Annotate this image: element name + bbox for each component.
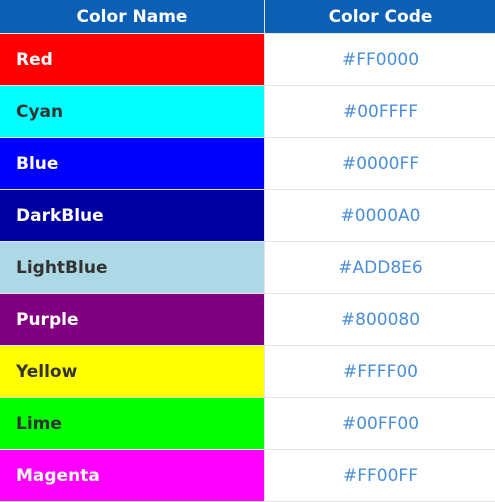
header-color-code: Color Code bbox=[265, 0, 495, 34]
table-row: Magenta#FF00FF bbox=[0, 450, 495, 502]
color-name-cell: Cyan bbox=[0, 86, 265, 138]
table-body: Red#FF0000Cyan#00FFFFBlue#0000FFDarkBlue… bbox=[0, 34, 495, 502]
color-code-cell: #FF00FF bbox=[265, 450, 495, 502]
color-name-cell: Yellow bbox=[0, 346, 265, 398]
color-name-cell: Purple bbox=[0, 294, 265, 346]
color-name-cell: LightBlue bbox=[0, 242, 265, 294]
color-code-cell: #ADD8E6 bbox=[265, 242, 495, 294]
table-row: Cyan#00FFFF bbox=[0, 86, 495, 138]
color-code-cell: #00FFFF bbox=[265, 86, 495, 138]
color-code-cell: #0000A0 bbox=[265, 190, 495, 242]
header-color-name: Color Name bbox=[0, 0, 265, 34]
table-row: Yellow#FFFF00 bbox=[0, 346, 495, 398]
color-name-cell: Red bbox=[0, 34, 265, 86]
color-code-cell: #FF0000 bbox=[265, 34, 495, 86]
table-row: LightBlue#ADD8E6 bbox=[0, 242, 495, 294]
table-row: DarkBlue#0000A0 bbox=[0, 190, 495, 242]
header-row: Color Name Color Code bbox=[0, 0, 495, 34]
table-row: Purple#800080 bbox=[0, 294, 495, 346]
table-row: Lime#00FF00 bbox=[0, 398, 495, 450]
table-header: Color Name Color Code bbox=[0, 0, 495, 34]
table-row: Red#FF0000 bbox=[0, 34, 495, 86]
color-code-cell: #0000FF bbox=[265, 138, 495, 190]
color-code-cell: #00FF00 bbox=[265, 398, 495, 450]
color-name-cell: DarkBlue bbox=[0, 190, 265, 242]
color-name-cell: Lime bbox=[0, 398, 265, 450]
color-code-cell: #800080 bbox=[265, 294, 495, 346]
table-row: Blue#0000FF bbox=[0, 138, 495, 190]
color-name-cell: Blue bbox=[0, 138, 265, 190]
color-table: Color Name Color Code Red#FF0000Cyan#00F… bbox=[0, 0, 495, 502]
color-code-cell: #FFFF00 bbox=[265, 346, 495, 398]
color-name-cell: Magenta bbox=[0, 450, 265, 502]
